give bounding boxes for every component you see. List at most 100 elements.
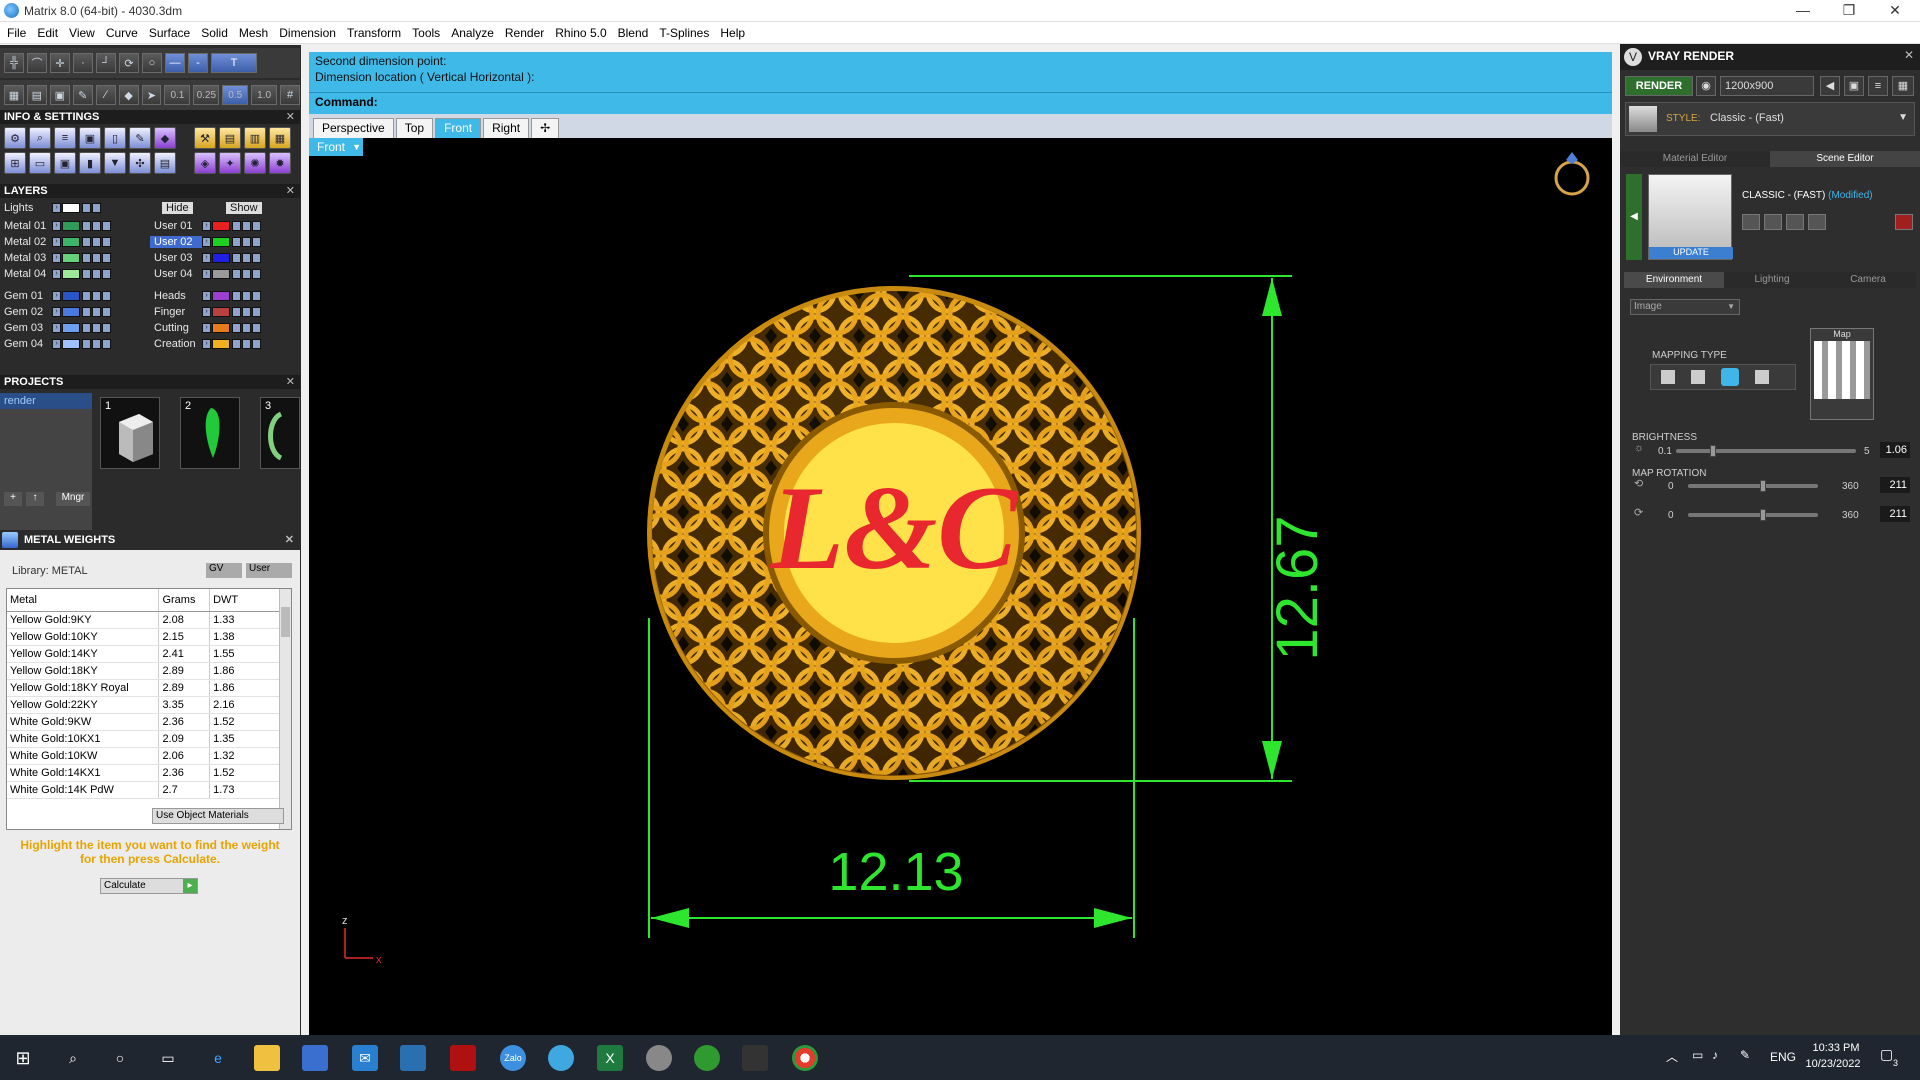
lock-icon[interactable] xyxy=(232,269,241,279)
layer-color-swatch[interactable] xyxy=(212,323,230,333)
hide-toggle[interactable]: Hide xyxy=(162,201,193,215)
box-icon[interactable]: ▣ xyxy=(49,85,70,105)
zalo-icon[interactable]: Zalo xyxy=(500,1045,526,1071)
add-icon[interactable] xyxy=(1786,214,1804,230)
rewind-icon[interactable]: ◀ xyxy=(1820,76,1840,96)
visibility-icon[interactable] xyxy=(242,307,251,317)
layer-row[interactable]: Heads › xyxy=(150,289,262,303)
render-button[interactable]: RENDER xyxy=(1625,76,1693,96)
layer-row[interactable]: User 02 › xyxy=(150,235,262,249)
phone-icon[interactable]: ▯ xyxy=(104,127,126,149)
update-button[interactable]: UPDATE xyxy=(1649,247,1733,259)
tab-camera[interactable]: Camera xyxy=(1820,272,1916,288)
expand-icon[interactable]: › xyxy=(202,253,211,263)
tab-material-editor[interactable]: Material Editor xyxy=(1620,151,1770,167)
select-icon[interactable] xyxy=(102,339,111,349)
material-icon[interactable]: ◈ xyxy=(194,152,216,174)
scene-preview-thumbnail[interactable]: UPDATE xyxy=(1648,174,1733,260)
layer-color-swatch[interactable] xyxy=(62,253,80,263)
viewport-name-dropdown[interactable]: Front ▼ xyxy=(309,138,363,156)
spherical-mapping-icon[interactable] xyxy=(1721,368,1739,386)
planar-mapping-icon[interactable] xyxy=(1661,370,1675,384)
table-row[interactable]: Yellow Gold:18KY Royal 2.89 1.86 xyxy=(7,679,281,697)
pencil-icon[interactable]: ✎ xyxy=(129,127,151,149)
clock-time[interactable]: 10:33 PM xyxy=(1808,1042,1864,1054)
add-viewport-icon[interactable]: ✢ xyxy=(531,118,560,138)
calculate-button[interactable]: Calculate ▸ xyxy=(100,878,198,894)
windows-start-icon[interactable]: ⊞ xyxy=(10,1045,36,1071)
table-row[interactable]: White Gold:10KX1 2.09 1.35 xyxy=(7,730,281,748)
store-icon[interactable] xyxy=(302,1045,328,1071)
layer-color-swatch[interactable] xyxy=(62,291,80,301)
task-view-icon[interactable]: ▭ xyxy=(155,1045,181,1071)
maximize-button[interactable]: ❐ xyxy=(1826,0,1872,22)
table-row[interactable]: Yellow Gold:14KY 2.41 1.55 xyxy=(7,645,281,663)
layer-row[interactable]: Metal 01 › xyxy=(0,219,112,233)
expand-icon[interactable]: › xyxy=(52,237,61,247)
select-icon[interactable] xyxy=(102,237,111,247)
layer-row[interactable]: Gem 02 › xyxy=(0,305,112,319)
visibility-icon[interactable] xyxy=(92,307,101,317)
add-project-button[interactable]: + xyxy=(4,492,22,506)
layer-color-swatch[interactable] xyxy=(212,237,230,247)
expand-icon[interactable]: › xyxy=(202,323,211,333)
menu-rhino[interactable]: Rhino 5.0 xyxy=(555,26,606,40)
mail-icon[interactable]: ✉ xyxy=(352,1045,378,1071)
tube-icon[interactable]: ▮ xyxy=(79,152,101,174)
menu-solid[interactable]: Solid xyxy=(201,26,228,40)
snap-0-5-button[interactable]: 0.5 xyxy=(222,85,249,105)
grid-icon[interactable]: ╬ xyxy=(4,53,24,73)
expand-icon[interactable]: › xyxy=(52,307,61,317)
layer-color-swatch[interactable] xyxy=(212,307,230,317)
expand-icon[interactable]: › xyxy=(202,339,211,349)
layer-row[interactable]: Metal 04 › xyxy=(0,267,112,281)
col-grams[interactable]: Grams xyxy=(158,589,211,612)
table-row[interactable]: Yellow Gold:22KY 3.35 2.16 xyxy=(7,696,281,714)
rotation-slider-1[interactable] xyxy=(1688,484,1818,488)
grid-snap-icon[interactable]: # xyxy=(280,85,300,105)
layer-color-swatch[interactable] xyxy=(212,339,230,349)
expand-icon[interactable]: › xyxy=(202,221,211,231)
sheet-icon[interactable]: ▭ xyxy=(29,152,51,174)
table-row[interactable]: Yellow Gold:10KY 2.15 1.38 xyxy=(7,628,281,646)
layer-color-swatch[interactable] xyxy=(212,269,230,279)
app-gray-icon[interactable] xyxy=(646,1045,672,1071)
menu-blend[interactable]: Blend xyxy=(618,26,649,40)
lock-icon[interactable] xyxy=(82,237,91,247)
select-icon[interactable] xyxy=(252,221,261,231)
select-icon[interactable] xyxy=(252,323,261,333)
expand-icon[interactable]: › xyxy=(202,307,211,317)
lock-icon[interactable] xyxy=(232,307,241,317)
expand-icon[interactable]: › xyxy=(52,323,61,333)
menu-tools[interactable]: Tools xyxy=(412,26,440,40)
user-toggle[interactable]: User xyxy=(246,563,292,578)
lock-icon[interactable] xyxy=(82,269,91,279)
menu-analyze[interactable]: Analyze xyxy=(451,26,494,40)
select-icon[interactable] xyxy=(102,269,111,279)
visibility-icon[interactable] xyxy=(242,269,251,279)
visibility-icon[interactable] xyxy=(92,323,101,333)
select-icon[interactable] xyxy=(102,253,111,263)
panel-c-icon[interactable]: ▦ xyxy=(269,127,291,149)
menu-mesh[interactable]: Mesh xyxy=(239,26,268,40)
layer-row[interactable]: Gem 01 › xyxy=(0,289,112,303)
select-icon[interactable] xyxy=(252,291,261,301)
brightness-slider[interactable] xyxy=(1676,449,1856,453)
use-object-materials-button[interactable]: Use Object Materials xyxy=(152,808,284,824)
lock-icon[interactable] xyxy=(232,339,241,349)
minimize-button[interactable]: — xyxy=(1780,0,1826,22)
layer-stack-icon[interactable]: ▤ xyxy=(26,85,47,105)
expand-icon[interactable]: › xyxy=(202,237,211,247)
search-icon[interactable]: ⌕ xyxy=(60,1045,86,1071)
lock-icon[interactable] xyxy=(232,221,241,231)
select-icon[interactable] xyxy=(102,291,111,301)
lock-icon[interactable] xyxy=(82,253,91,263)
lock-icon[interactable] xyxy=(82,291,91,301)
menu-edit[interactable]: Edit xyxy=(37,26,58,40)
up-button[interactable]: ↑ xyxy=(26,492,44,506)
app-green-icon[interactable] xyxy=(694,1045,720,1071)
camera-icon[interactable]: ◉ xyxy=(1696,76,1716,96)
volume-icon[interactable]: ♪ xyxy=(1712,1048,1718,1062)
snap-1-0-button[interactable]: 1.0 xyxy=(251,85,278,105)
table-row[interactable]: White Gold:14KX1 2.36 1.52 xyxy=(7,764,281,782)
